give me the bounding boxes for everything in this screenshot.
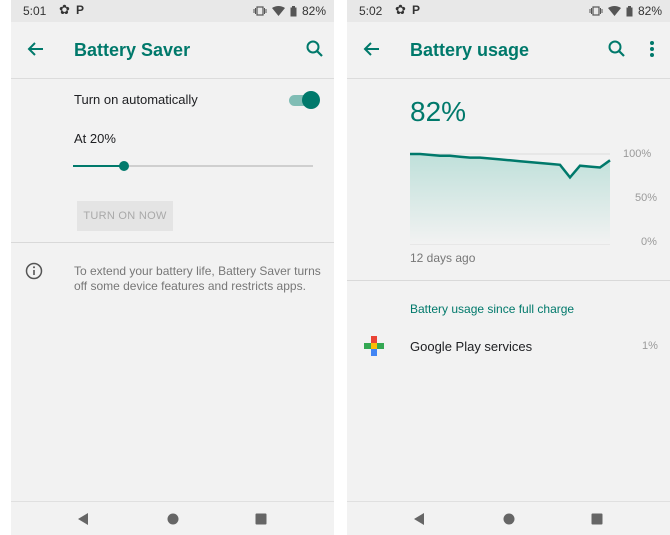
app-list-item[interactable]: Google Play services 1% — [347, 330, 670, 364]
home-nav-icon[interactable] — [503, 512, 515, 530]
section-divider — [347, 280, 670, 281]
back-arrow-icon[interactable] — [361, 38, 383, 60]
search-icon[interactable] — [304, 38, 326, 60]
battery-percent: 82% — [637, 4, 662, 18]
turn-on-now-button[interactable]: TURN ON NOW — [77, 201, 173, 231]
app-percent: 1% — [642, 340, 658, 352]
more-options-icon[interactable] — [645, 38, 659, 60]
battery-usage-chart — [410, 152, 611, 245]
wifi-icon — [271, 6, 285, 16]
status-bar: 5:02 ✿ P 82% — [347, 0, 670, 22]
recents-nav-icon[interactable] — [591, 512, 603, 530]
battery-icon — [626, 5, 633, 17]
battery-threshold-slider[interactable] — [73, 158, 313, 174]
page-title: Battery Saver — [74, 40, 191, 60]
battery-icon — [290, 5, 297, 17]
axis-label-50: 50% — [635, 192, 658, 204]
app-bar: Battery Saver — [11, 22, 334, 79]
home-nav-icon[interactable] — [167, 512, 179, 530]
back-arrow-icon[interactable] — [25, 38, 47, 60]
wifi-icon — [607, 6, 621, 16]
section-divider — [11, 242, 334, 243]
search-icon[interactable] — [606, 38, 628, 60]
battery-saver-screen: 5:01 ✿ P 82% Battery Saver Turn on autom… — [11, 0, 334, 535]
navigation-bar — [347, 501, 670, 535]
back-nav-icon[interactable] — [77, 512, 89, 530]
google-play-services-icon — [364, 336, 384, 361]
settings-notification-icon: ✿ — [59, 2, 70, 17]
section-title: Battery usage since full charge — [410, 302, 575, 316]
info-text-line-2: off some device features and restricts a… — [74, 279, 306, 293]
axis-label-100: 100% — [623, 148, 652, 160]
parking-notification-icon: P — [76, 3, 85, 17]
axis-label-0: 0% — [641, 236, 657, 248]
settings-notification-icon: ✿ — [395, 2, 406, 17]
app-name: Google Play services — [410, 339, 533, 354]
status-bar: 5:01 ✿ P 82% — [11, 0, 334, 22]
battery-percent: 82% — [301, 4, 326, 18]
battery-usage-screen: 5:02 ✿ P 82% Battery usage 82% 100% 50% … — [347, 0, 670, 535]
vibrate-icon — [253, 6, 267, 16]
info-icon — [25, 262, 43, 285]
page-title: Battery usage — [410, 40, 530, 60]
threshold-label: At 20% — [74, 131, 116, 146]
turn-on-automatically-label: Turn on automatically — [74, 92, 198, 107]
back-nav-icon[interactable] — [413, 512, 425, 530]
app-bar: Battery usage — [347, 22, 670, 79]
chart-start-label: 12 days ago — [410, 251, 476, 265]
navigation-bar — [11, 501, 334, 535]
battery-level: 82% — [410, 96, 467, 127]
vibrate-icon — [589, 6, 603, 16]
info-text-line-1: To extend your battery life, Battery Sav… — [74, 264, 321, 278]
parking-notification-icon: P — [412, 3, 421, 17]
recents-nav-icon[interactable] — [255, 512, 267, 530]
status-time: 5:02 — [359, 4, 383, 18]
auto-toggle[interactable] — [287, 90, 321, 110]
status-time: 5:01 — [23, 4, 47, 18]
